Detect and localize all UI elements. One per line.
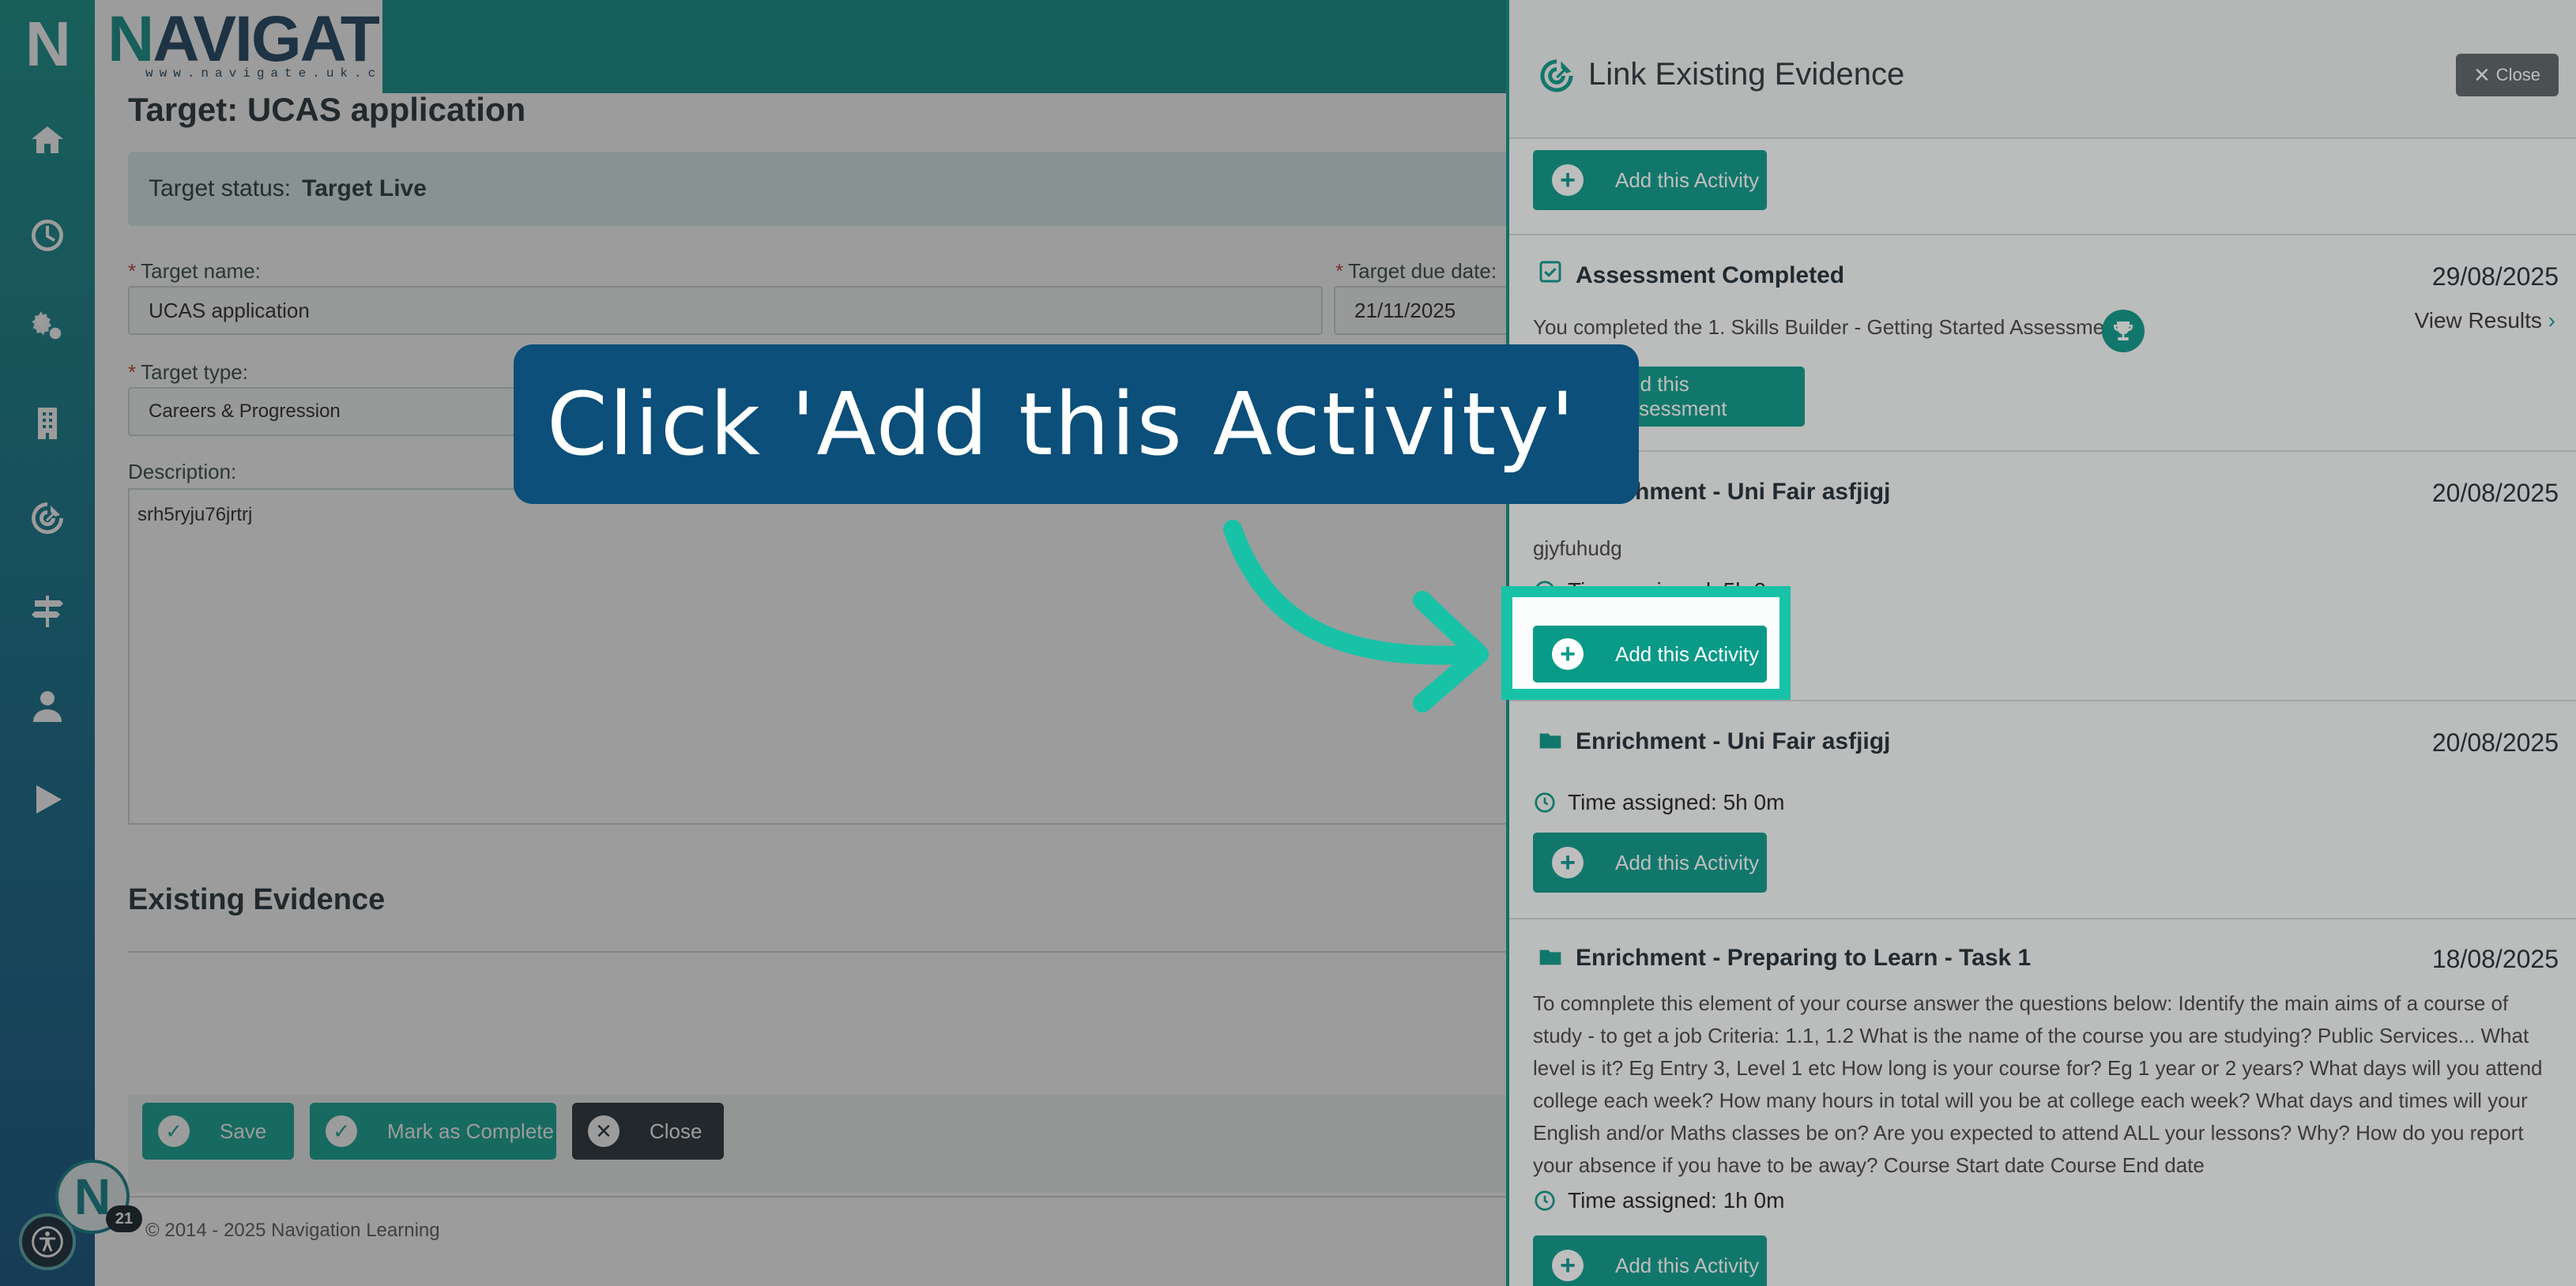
card-date: 18/08/2025: [2431, 945, 2559, 973]
folder-icon: [1538, 728, 1563, 754]
clock-icon: [1535, 1190, 1555, 1211]
list-item: + Add this Activity: [1509, 139, 2576, 235]
list-item: Enrichment - Uni Fair asfjigj 20/08/2025…: [1509, 701, 2576, 919]
panel-header: Link Existing Evidence × Close: [1509, 0, 2576, 139]
card-title: Enrichment - Preparing to Learn - Task 1: [1576, 945, 2032, 971]
view-results-link[interactable]: View Results ›: [2415, 308, 2555, 333]
card-text: gjyfuhudg: [1533, 536, 1622, 560]
add-activity-button[interactable]: + Add this Activity: [1533, 1235, 1767, 1286]
card-date: 29/08/2025: [2431, 262, 2559, 291]
checkbox-icon: [1538, 259, 1563, 284]
pointer-arrow-icon: [1223, 520, 1489, 713]
close-icon: ×: [2473, 60, 2490, 90]
card-text: You completed the 1. Skills Builder - Ge…: [1533, 315, 2122, 339]
card-text: To comnplete this element of your course…: [1533, 991, 2543, 1177]
trophy-icon: [2102, 310, 2145, 352]
highlight-frame: + Add this Activity: [1501, 586, 1791, 700]
clock-icon: [1535, 792, 1555, 813]
plus-icon: +: [1552, 1250, 1584, 1281]
plus-icon: +: [1552, 164, 1584, 196]
panel-title: Link Existing Evidence: [1588, 57, 1905, 92]
chevron-right-icon: ›: [2548, 308, 2555, 333]
card-title: Assessment Completed: [1576, 262, 1845, 288]
list-item: Assessment Completed 29/08/2025 You comp…: [1509, 235, 2576, 452]
time-assigned: Time assigned: 1h 0m: [1533, 1188, 1784, 1213]
list-item: Enrichment - Preparing to Learn - Task 1…: [1509, 919, 2576, 1286]
plus-icon: +: [1552, 638, 1584, 670]
add-activity-button[interactable]: + Add this Activity: [1533, 833, 1767, 893]
folder-icon: [1538, 945, 1563, 970]
plus-icon: +: [1552, 847, 1584, 878]
tutorial-callout: Click 'Add this Activity': [514, 344, 1639, 504]
add-activity-button-highlighted[interactable]: + Add this Activity: [1533, 626, 1767, 682]
card-date: 20/08/2025: [2431, 479, 2559, 507]
screen: N NAVIGATE www.navigate.uk.com: [0, 0, 2576, 1286]
callout-text: Click 'Add this Activity': [547, 374, 1576, 475]
card-date: 20/08/2025: [2431, 728, 2559, 757]
add-activity-button[interactable]: + Add this Activity: [1533, 150, 1767, 210]
time-assigned: Time assigned: 5h 0m: [1533, 790, 1784, 815]
panel-close-button[interactable]: × Close: [2456, 54, 2559, 96]
target-link-icon: [1536, 55, 1577, 96]
card-title: Enrichment - Uni Fair asfjigj: [1576, 728, 1891, 754]
